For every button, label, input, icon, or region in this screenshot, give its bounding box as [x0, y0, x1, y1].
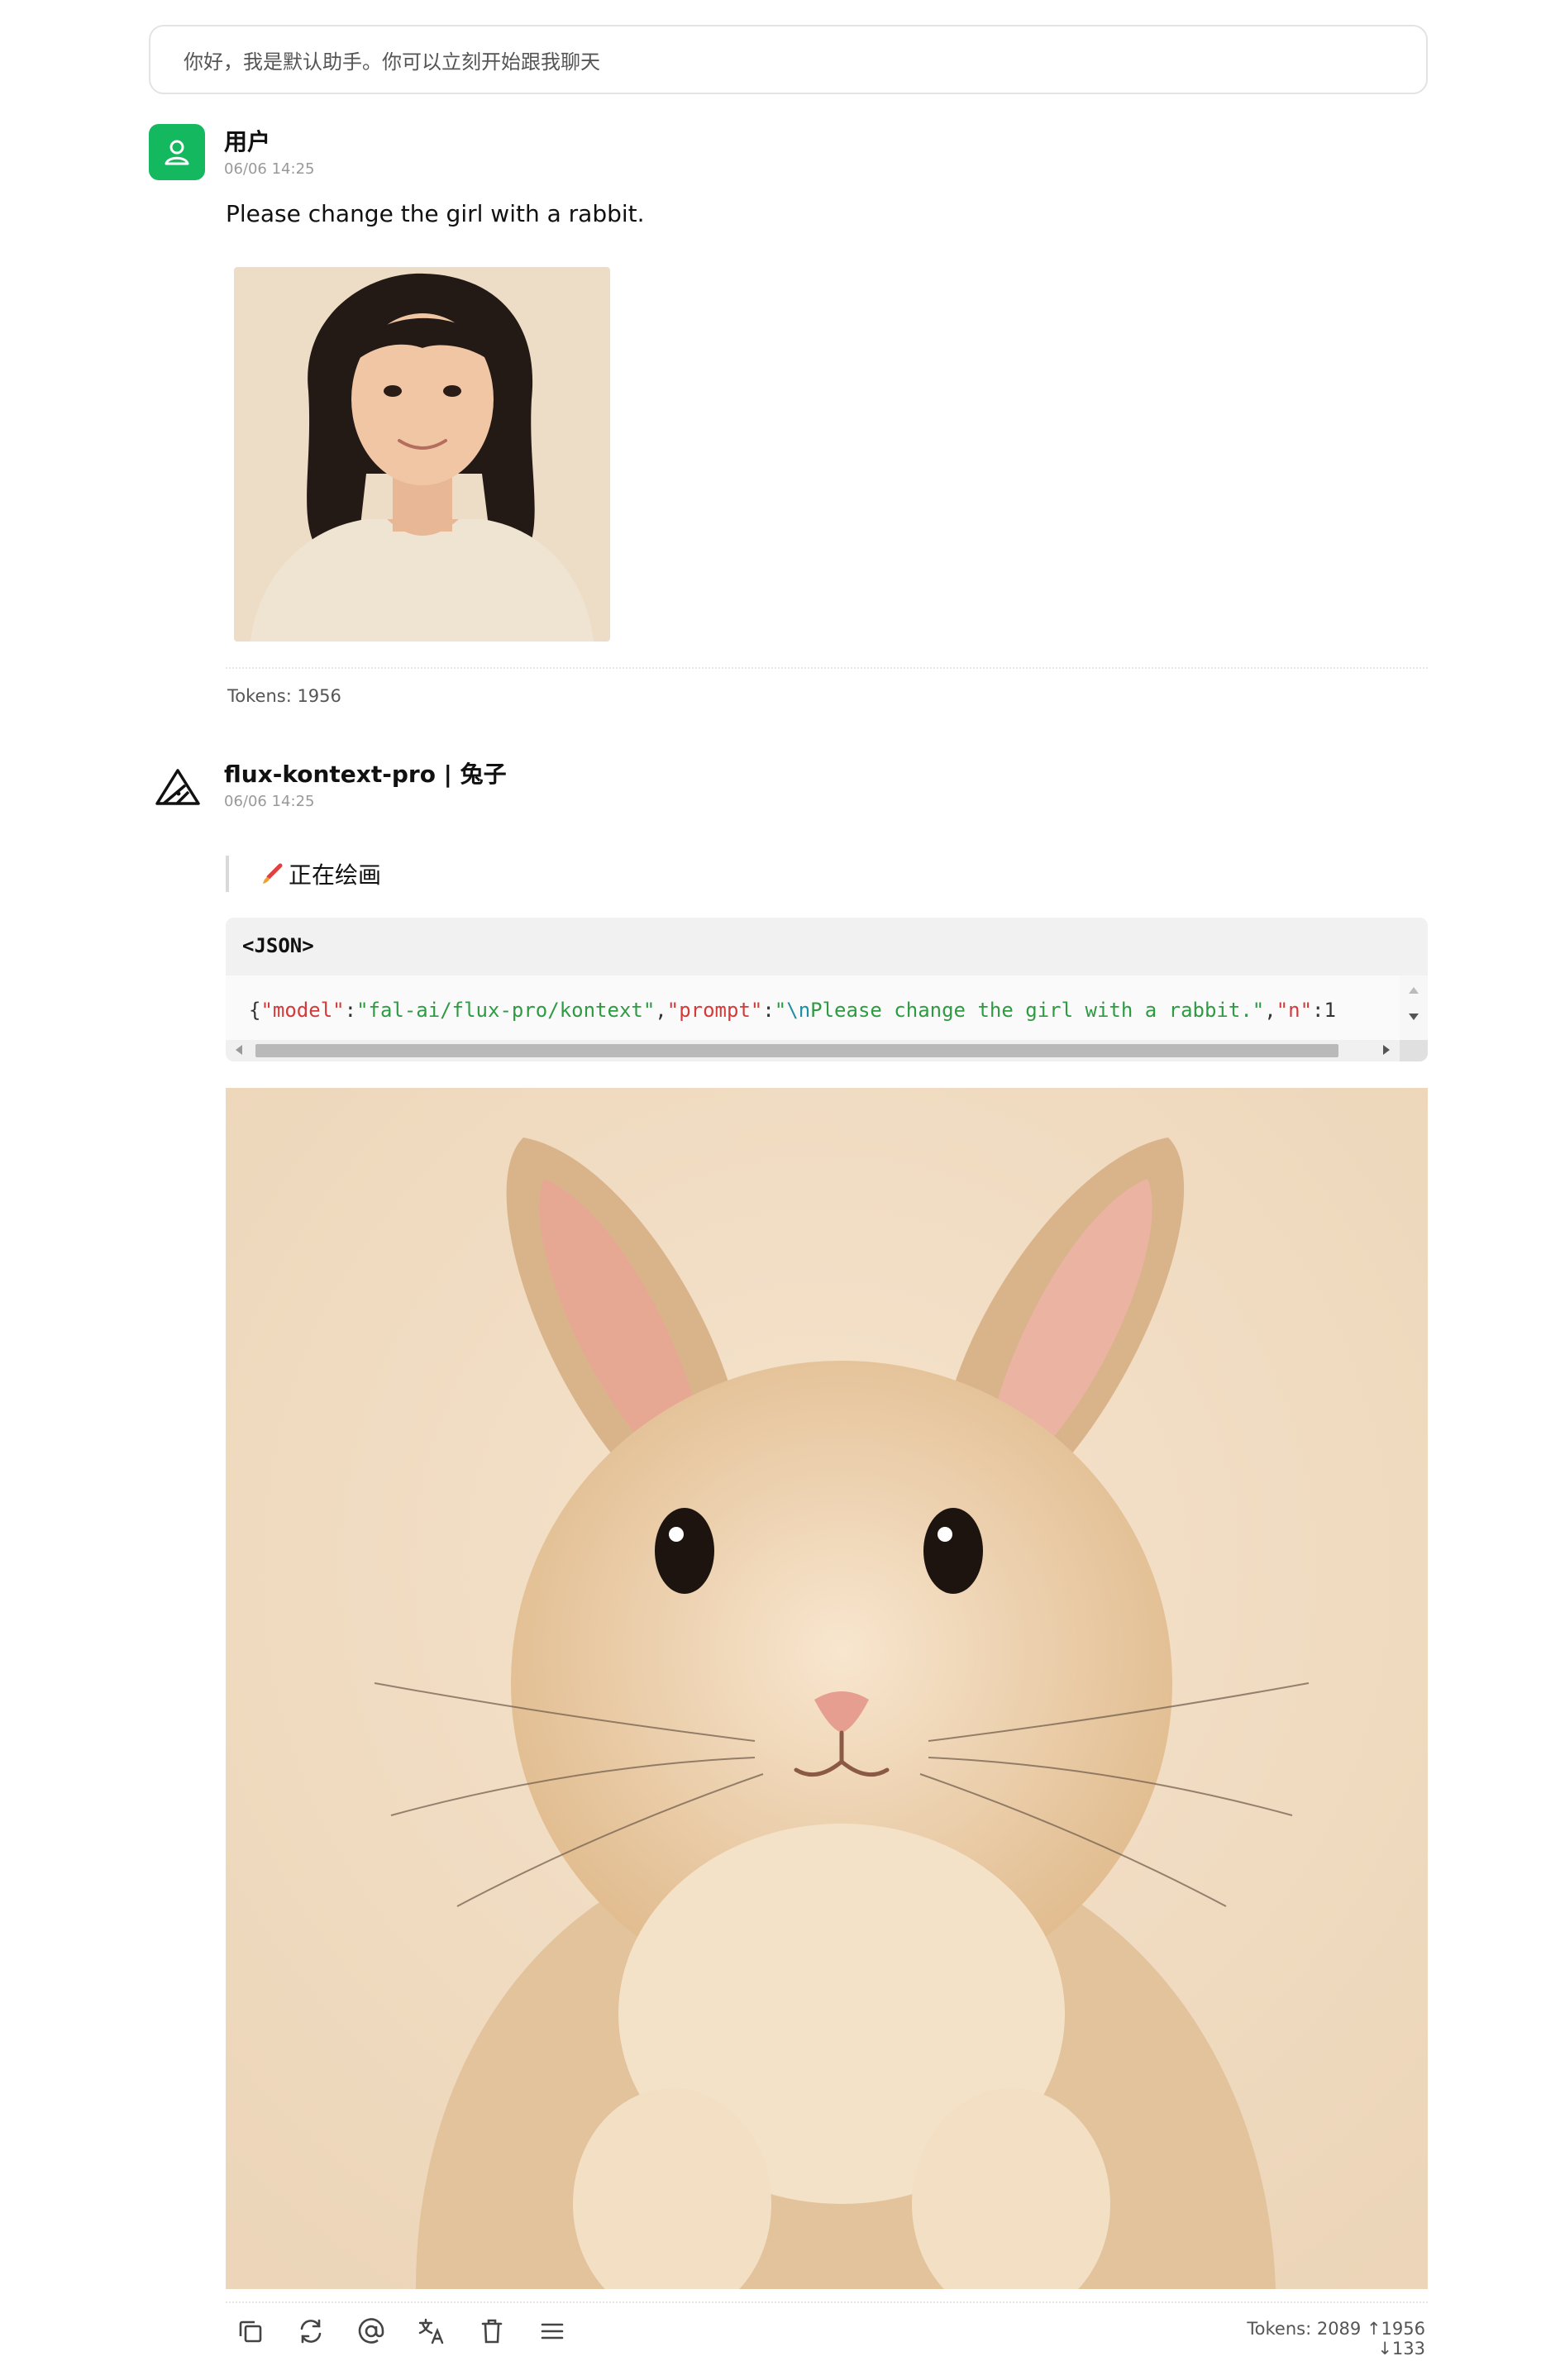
user-tokens: Tokens: 1956 [227, 686, 341, 706]
json-token: : [344, 999, 357, 1022]
copy-icon [239, 2320, 262, 2343]
code-block-language: <JSON> [242, 934, 314, 957]
json-code-block: <JSON> {"model":"fal-ai/flux-pro/kontext… [226, 918, 1428, 1061]
scroll-left-icon[interactable] [236, 1045, 242, 1055]
delete-button[interactable] [475, 2315, 508, 2348]
horizontal-scroll-thumb[interactable] [255, 1044, 1338, 1057]
json-token: "n" [1276, 999, 1313, 1022]
at-sign-icon [358, 2318, 384, 2344]
json-token: { [249, 999, 261, 1022]
scroll-up-icon[interactable] [1409, 987, 1419, 994]
paintbrush-icon [263, 863, 283, 884]
greeting-text: 你好，我是默认助手。你可以立刻开始跟我聊天 [184, 50, 600, 74]
bot-message-time: 06/06 14:25 [224, 793, 315, 810]
json-token: :1 [1312, 999, 1336, 1022]
drawing-status: 正在绘画 [226, 856, 381, 892]
json-token: , [655, 999, 667, 1022]
json-token: " [774, 999, 787, 1022]
user-avatar [149, 124, 205, 180]
json-token: "prompt" [666, 999, 763, 1022]
json-token: \n [786, 999, 811, 1022]
scrollbar-corner [1400, 1040, 1428, 1061]
json-token: "model" [260, 999, 345, 1022]
flux-logo-icon [155, 769, 200, 805]
mention-button[interactable] [355, 2315, 388, 2348]
translate-icon [418, 2318, 444, 2344]
json-token: "fal-ai/flux-pro/kontext" [356, 999, 656, 1022]
scroll-right-icon[interactable] [1383, 1045, 1390, 1055]
json-token: Please change the girl with a rabbit." [810, 999, 1265, 1022]
user-icon [165, 140, 189, 165]
bot-tokens: Tokens: 2089 ↑1956 ↓133 [1247, 2319, 1425, 2359]
json-code-line: {"model":"fal-ai/flux-pro/kontext","prom… [249, 999, 1400, 1022]
trash-icon [481, 2319, 503, 2344]
code-block-body[interactable]: {"model":"fal-ai/flux-pro/kontext","prom… [226, 975, 1428, 1061]
drawing-status-text: 正在绘画 [289, 861, 382, 889]
horizontal-scrollbar[interactable] [226, 1040, 1400, 1061]
user-attachment-image[interactable] [234, 267, 610, 642]
bot-avatar [154, 767, 202, 808]
message-divider [226, 667, 1428, 669]
json-token: , [1264, 999, 1276, 1022]
user-author-name: 用户 [224, 128, 271, 155]
user-message-text: Please change the girl with a rabbit. [226, 200, 645, 227]
greeting-message: 你好，我是默认助手。你可以立刻开始跟我聊天 [149, 25, 1428, 94]
scroll-down-icon[interactable] [1409, 1014, 1419, 1020]
regenerate-button[interactable] [294, 2315, 327, 2348]
menu-icon [541, 2323, 564, 2339]
user-message-time: 06/06 14:25 [224, 160, 315, 178]
generated-image[interactable] [226, 1088, 1428, 2289]
message-footer-divider [226, 2301, 1428, 2303]
translate-button[interactable] [415, 2315, 448, 2348]
bot-author-name: flux-kontext-pro | 兔子 [224, 761, 507, 788]
refresh-icon [300, 2319, 322, 2344]
more-menu-button[interactable] [536, 2315, 569, 2348]
copy-button[interactable] [234, 2315, 267, 2348]
json-token: : [762, 999, 775, 1022]
